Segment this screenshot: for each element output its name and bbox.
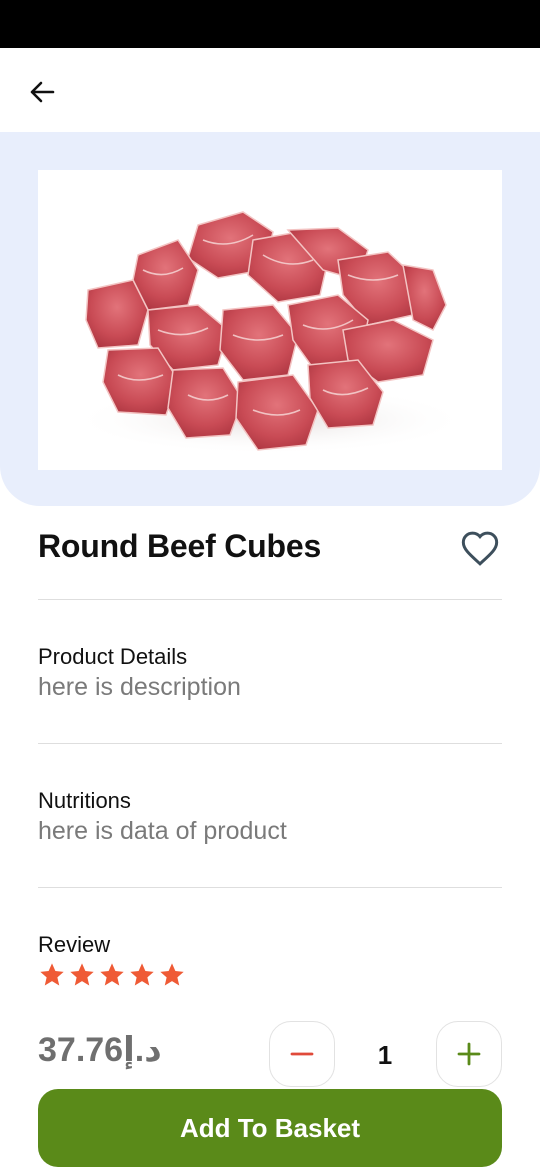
star-filled-icon [70,963,94,986]
nutritions-value: here is data of product [38,817,287,845]
star-filled-icon [160,963,184,986]
price-amount: 37.76 [38,1031,124,1069]
quantity-value: 1 [377,1040,393,1070]
arrow-left-icon [30,81,55,103]
nutritions-section[interactable]: Nutritions here is data of product [38,787,502,847]
product-details-value: here is description [38,673,241,701]
app-bar [0,48,540,132]
star-rating [38,961,502,989]
divider [38,599,502,600]
minus-icon [290,1052,314,1056]
review-label: Review [38,932,111,957]
star-filled-icon [130,963,154,986]
price: 37.76د.إ [38,1030,162,1070]
product-image [38,170,502,470]
add-to-basket-button[interactable]: Add To Basket [38,1089,502,1167]
star-filled-icon [100,963,124,986]
product-details-label: Product Details [38,644,188,669]
product-title: Round Beef Cubes [38,528,322,564]
increase-quantity-button[interactable] [436,1021,502,1087]
product-hero [0,132,540,506]
review-section[interactable]: Review [38,931,502,989]
star-filled-icon [40,963,64,986]
decrease-quantity-button[interactable] [269,1021,335,1087]
divider [38,887,502,888]
nutritions-label: Nutritions [38,788,131,813]
back-button[interactable] [20,70,64,114]
divider [38,743,502,744]
plus-icon [457,1042,481,1066]
heart-outline-icon [461,531,499,566]
status-bar [0,0,540,48]
beef-cubes-image [70,211,470,455]
price-currency: د.إ [123,1031,162,1069]
favorite-button[interactable] [458,526,502,570]
product-details-section[interactable]: Product Details here is description [38,643,502,703]
title-row: Round Beef Cubes [38,524,502,572]
